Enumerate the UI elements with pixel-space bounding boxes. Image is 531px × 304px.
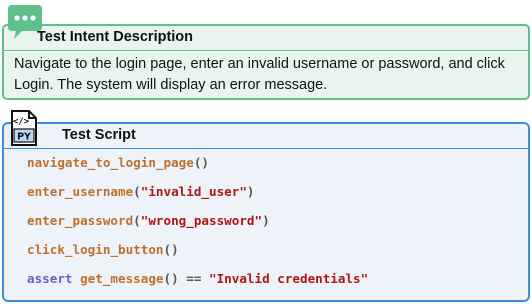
python-file-icon: </> PY: [11, 110, 37, 146]
code-string: "invalid_user": [140, 184, 247, 199]
code-punctuation: (): [163, 242, 179, 257]
chat-bubble-icon: [8, 5, 42, 39]
code-line-4: click_login_button(): [27, 242, 179, 257]
code-function: get_message: [80, 271, 164, 286]
code-punctuation: (): [193, 155, 209, 170]
code-string: "Invalid credentials": [209, 271, 369, 286]
code-string: "wrong_password": [140, 213, 263, 228]
code-punctuation: (: [133, 184, 141, 199]
code-line-3: enter_password("wrong_password"): [27, 213, 270, 228]
code-keyword: assert: [27, 271, 73, 286]
intent-title: Test Intent Description: [37, 29, 194, 45]
intent-header: Test Intent Description: [4, 26, 528, 51]
code-line-5: assert get_message() == "Invalid credent…: [27, 271, 368, 286]
script-title: Test Script: [62, 127, 136, 143]
script-header: Test Script: [4, 124, 528, 149]
code-function: enter_username: [27, 184, 134, 199]
script-card: Test Script navigate_to_login_page() ent…: [2, 122, 530, 302]
code-function: enter_password: [27, 213, 134, 228]
intent-card: Test Intent Description Navigate to the …: [2, 24, 530, 100]
code-punctuation: () ==: [163, 271, 209, 286]
code-punctuation: ): [246, 184, 255, 199]
code-function: navigate_to_login_page: [27, 155, 194, 170]
code-function: click_login_button: [27, 242, 164, 257]
code-line-1: navigate_to_login_page(): [27, 155, 209, 170]
code-punctuation: (: [133, 213, 141, 228]
intent-text: Navigate to the login page, enter an inv…: [14, 56, 505, 93]
code-line-2: enter_username("invalid_user"): [27, 184, 255, 199]
code-punctuation: ): [262, 213, 270, 228]
py-label: PY: [17, 132, 31, 143]
code-tag-label: </>: [13, 117, 30, 127]
